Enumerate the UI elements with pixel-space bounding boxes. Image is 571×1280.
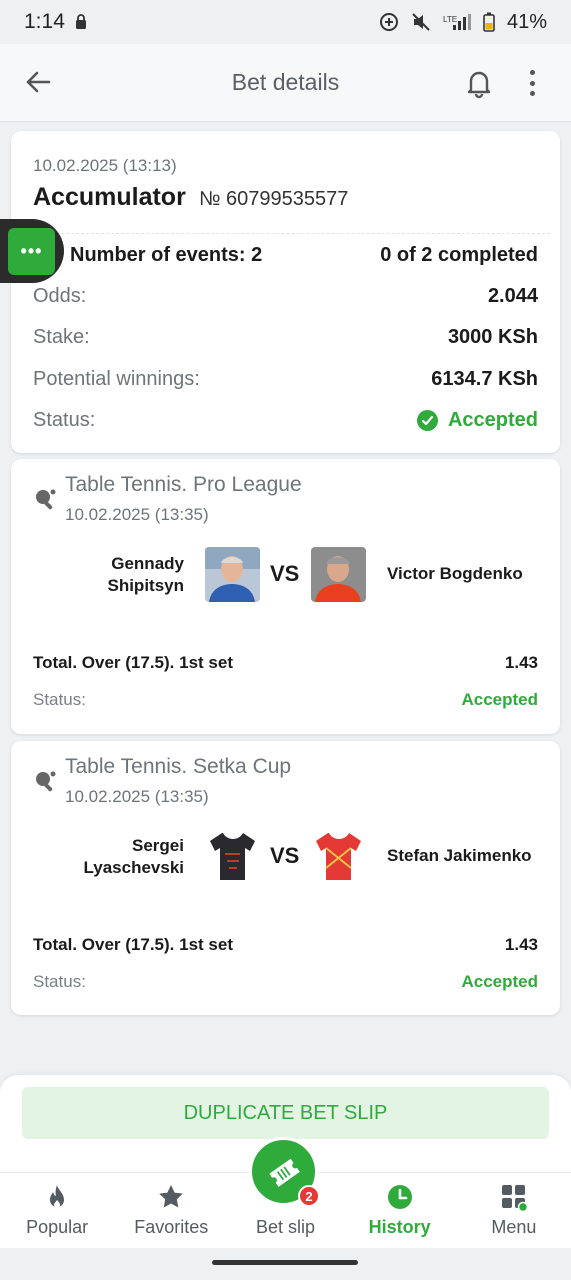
table-tennis-icon: [36, 489, 56, 510]
status-badge: Accepted: [416, 409, 538, 432]
events-completed: 0 of 2 completed: [380, 244, 538, 266]
mute-icon: [412, 13, 430, 31]
battery-icon: [483, 12, 495, 32]
more-dot-icon: [529, 91, 535, 96]
grid-icon: [501, 1185, 528, 1211]
status-value: Accepted: [447, 409, 538, 431]
app-bar: Bet details: [0, 44, 571, 122]
event-odd: 1.43: [504, 653, 538, 672]
status-bar: 1:14 LTE 41%: [0, 0, 571, 44]
status-row: Status: Accepted: [33, 409, 538, 432]
flame-icon: [50, 1185, 65, 1208]
league-name: Table Tennis. Pro League: [65, 473, 302, 496]
league-name: Table Tennis. Setka Cup: [65, 755, 292, 778]
player-one-avatar: [205, 547, 260, 602]
odds-value: 2.044: [487, 285, 538, 307]
system-home-bar: [0, 1248, 571, 1280]
player-two-avatar: [311, 547, 366, 602]
status-time: 1:14: [24, 10, 65, 33]
nav-item-favorites[interactable]: Favorites: [114, 1173, 228, 1248]
back-button[interactable]: [22, 66, 54, 98]
event-date: 10.02.2025 (13:35): [65, 505, 209, 524]
ellipsis-icon: •••: [8, 227, 55, 275]
signal-icon: LTE: [443, 14, 471, 30]
event-date: 10.02.2025 (13:35): [65, 787, 209, 806]
player-two-jersey-icon: [311, 829, 366, 884]
winnings-label: Potential winnings:: [33, 368, 200, 390]
events-count: Number of events: 2: [70, 244, 263, 266]
player-one-name: Sergei Lyaschevski: [83, 836, 185, 877]
bet-number: № 60799535577: [199, 188, 349, 210]
market-name: Total. Over (17.5). 1st set: [33, 653, 233, 672]
battery-percent: 41%: [506, 10, 547, 33]
versus-label: VS: [270, 561, 300, 586]
nav-label: Popular: [26, 1217, 89, 1237]
player-one-jersey-icon: [205, 829, 260, 884]
nav-item-history[interactable]: History: [343, 1173, 457, 1248]
stake-row: Stake: 3000 KSh: [33, 326, 538, 349]
odds-row: Odds: 2.044: [33, 285, 538, 308]
player-one-name: Gennady Shipitsyn: [107, 554, 184, 595]
stake-value: 3000 KSh: [447, 326, 538, 348]
status-icons: LTE 41%: [379, 11, 547, 34]
nav-item-menu[interactable]: Menu: [457, 1173, 571, 1248]
more-options-button[interactable]: [522, 68, 542, 98]
event-status-value: Accepted: [461, 972, 538, 991]
event-status-label: Status:: [33, 690, 86, 709]
bet-summary-card: 10.02.2025 (13:13) Accumulator № 6079953…: [11, 131, 560, 453]
table-tennis-icon: [36, 771, 56, 792]
nav-label: History: [368, 1217, 431, 1237]
event-status-value: Accepted: [461, 690, 538, 709]
bet-date: 10.02.2025 (13:13): [33, 156, 177, 175]
stake-label: Stake:: [33, 326, 90, 348]
more-dot-icon: [529, 80, 535, 86]
clock-icon: [387, 1185, 412, 1209]
nav-item-popular[interactable]: Popular: [0, 1173, 114, 1248]
ticket-icon: [268, 1158, 300, 1187]
bet-type: Accumulator: [33, 183, 186, 211]
bet-slip-count-badge: 2: [298, 1185, 320, 1207]
more-dot-icon: [529, 70, 535, 75]
event-card: Table Tennis. Setka Cup 10.02.2025 (13:3…: [11, 741, 560, 1015]
winnings-value: 6134.7 KSh: [431, 368, 538, 390]
floating-side-button[interactable]: •••: [0, 219, 64, 283]
events-row: Number of events: 2 0 of 2 completed: [33, 244, 538, 267]
player-two-name: Victor Bogdenko: [387, 564, 523, 583]
player-two-name: Stefan Jakimenko: [387, 846, 532, 865]
status-label: Status:: [33, 409, 96, 431]
notifications-button[interactable]: [462, 66, 496, 100]
data-saver-icon: [379, 13, 398, 31]
event-card: Table Tennis. Pro League 10.02.2025 (13:…: [11, 459, 560, 734]
event-status-label: Status:: [33, 972, 86, 991]
nav-label: Favorites: [134, 1217, 209, 1237]
event-odd: 1.43: [504, 935, 538, 954]
lock-icon: [75, 14, 86, 29]
divider: [21, 233, 550, 234]
odds-label: Odds:: [33, 285, 87, 307]
nav-label: Bet slip: [255, 1217, 315, 1237]
versus-label: VS: [270, 843, 300, 868]
winnings-row: Potential winnings: 6134.7 KSh: [33, 368, 538, 391]
arrow-left-icon: [26, 71, 51, 93]
bell-icon: [467, 71, 491, 99]
home-indicator[interactable]: [212, 1260, 358, 1265]
status-time-group: 1:14: [24, 10, 87, 34]
duplicate-bet-slip-button[interactable]: DUPLICATE BET SLIP: [22, 1087, 549, 1139]
star-icon: [159, 1185, 184, 1208]
svg-text:LTE: LTE: [443, 15, 457, 24]
nav-label: Menu: [491, 1217, 537, 1237]
check-circle-icon: [416, 410, 438, 431]
market-name: Total. Over (17.5). 1st set: [33, 935, 233, 954]
